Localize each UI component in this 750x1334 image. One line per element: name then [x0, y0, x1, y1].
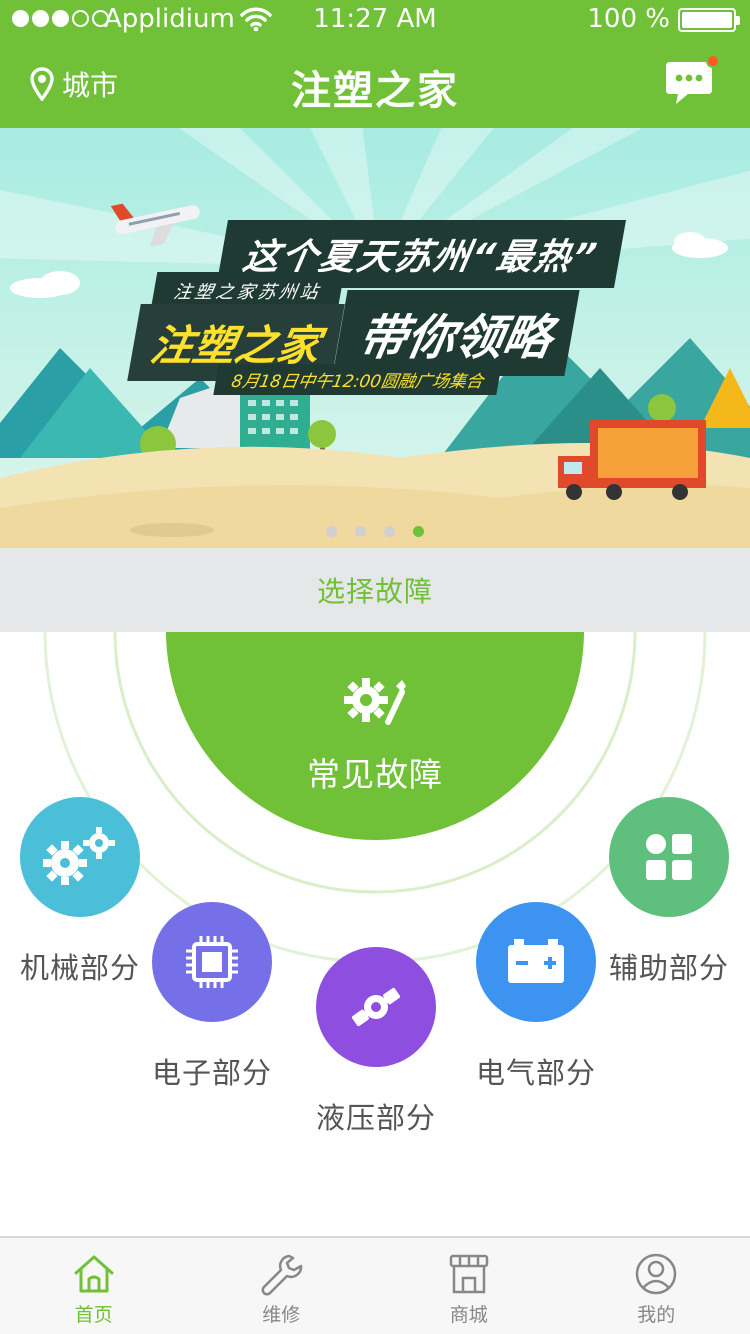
carousel-dot[interactable]	[326, 526, 337, 537]
category-auxiliary-circle	[609, 797, 729, 917]
tab-bar: 首页 维修 商城 我的	[0, 1236, 750, 1334]
tab-repair[interactable]: 维修	[188, 1238, 376, 1334]
common-fault-label: 常见故障	[307, 755, 443, 794]
chat-bubble-icon	[666, 62, 712, 104]
fault-selector: 常见故障 机械部分 电子部分 液压部分 电气部分 辅助部分	[0, 632, 750, 1236]
valve-icon	[352, 987, 400, 1027]
section-title: 选择故障	[316, 575, 433, 608]
section-header: 选择故障	[0, 548, 750, 632]
category-electrical-label: 电气部分	[475, 1056, 596, 1090]
wrench-icon	[261, 1254, 303, 1296]
tab-shop-label: 商城	[449, 1304, 488, 1326]
tab-profile-label: 我的	[637, 1304, 676, 1326]
category-hydraulic-label: 液压部分	[315, 1101, 436, 1135]
app-title: 注塑之家	[291, 68, 459, 114]
carousel-indicators	[0, 526, 750, 537]
nav-bar: 城市 注塑之家	[0, 40, 750, 128]
carousel-dot-active[interactable]	[413, 526, 424, 537]
battery-percentage: 100 %	[587, 4, 670, 34]
grid-icon	[646, 834, 692, 880]
message-button[interactable]	[664, 54, 720, 106]
tab-home-label: 首页	[74, 1304, 113, 1326]
banner-text-group: 这个夏天苏州“最热” 注塑之家苏州站 带你领略 注塑之家 8月18日中午12:0…	[0, 128, 750, 548]
tab-shop[interactable]: 商城	[375, 1238, 563, 1334]
unread-badge	[706, 54, 720, 68]
category-mechanical-circle	[20, 797, 140, 917]
promo-banner[interactable]: 这个夏天苏州“最热” 注塑之家苏州站 带你领略 注塑之家 8月18日中午12:0…	[0, 128, 750, 548]
home-icon	[74, 1255, 114, 1293]
carousel-dot[interactable]	[355, 526, 366, 537]
category-electronic-label: 电子部分	[151, 1056, 272, 1090]
battery-icon	[678, 8, 740, 32]
app-header: Applidium 11:27 AM 100 % 城市 注塑之家	[0, 0, 750, 128]
banner-date: 8月18日中午12:00圆融广场集合	[213, 364, 503, 395]
category-auxiliary-label: 辅助部分	[608, 951, 729, 985]
tab-home[interactable]: 首页	[0, 1238, 188, 1334]
tab-repair-label: 维修	[262, 1304, 301, 1326]
gears-icon	[43, 827, 115, 885]
status-bar: Applidium 11:27 AM 100 %	[0, 0, 750, 40]
category-electronic-circle	[152, 902, 272, 1022]
chip-icon	[186, 936, 238, 988]
user-icon	[636, 1253, 677, 1295]
gear-wrench-icon	[344, 678, 406, 725]
shop-icon	[449, 1254, 488, 1294]
category-hydraulic-circle	[316, 947, 436, 1067]
battery-icon	[508, 939, 564, 983]
tab-profile[interactable]: 我的	[563, 1238, 750, 1334]
carousel-dot[interactable]	[384, 526, 395, 537]
